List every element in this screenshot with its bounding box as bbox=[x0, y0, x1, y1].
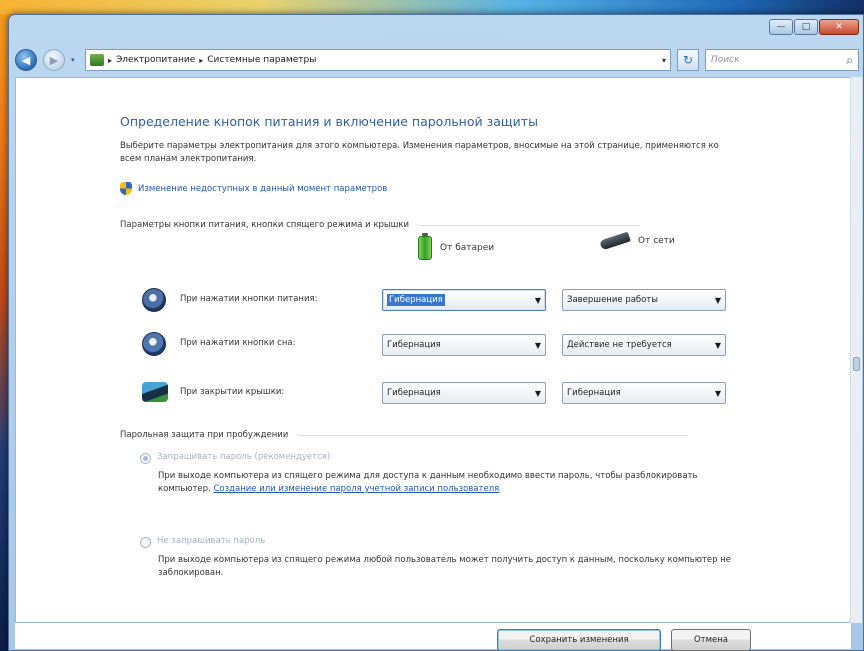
select-value: Гибернация bbox=[387, 388, 441, 398]
chevron-down-icon: ▼ bbox=[534, 295, 541, 305]
no-password-radio[interactable] bbox=[140, 537, 151, 548]
lid-close-battery-select[interactable]: Гибернация ▼ bbox=[382, 382, 546, 404]
chevron-down-icon[interactable]: ▾ bbox=[662, 56, 666, 65]
select-value: Гибернация bbox=[387, 294, 445, 306]
select-value: Гибернация bbox=[387, 340, 441, 350]
lid-close-ac-select[interactable]: Гибернация ▼ bbox=[562, 382, 726, 404]
navigation-bar: ◀ ▶ ▾ ▸ Электропитание ▸ Системные парам… bbox=[15, 47, 859, 73]
search-input[interactable]: Поиск ⌕ bbox=[705, 49, 859, 71]
breadcrumb-separator: ▸ bbox=[199, 55, 204, 65]
no-password-label: Не запрашивать пароль bbox=[157, 536, 266, 546]
save-button[interactable]: Сохранить изменения bbox=[497, 629, 661, 651]
minimize-button[interactable]: — bbox=[769, 19, 793, 35]
breadcrumb-separator: ▸ bbox=[108, 55, 113, 65]
column-ac-label: От сети bbox=[638, 236, 675, 246]
close-button[interactable]: ✕ bbox=[819, 19, 859, 35]
change-unavailable-settings-link[interactable]: Изменение недоступных в данный момент па… bbox=[120, 182, 387, 195]
column-header-battery: От батареи bbox=[418, 233, 495, 260]
recent-pages-dropdown[interactable]: ▾ bbox=[71, 56, 79, 64]
sleep-button-label: При нажатии кнопки сна: bbox=[180, 338, 296, 348]
group-title: Парольная защита при пробуждении bbox=[120, 430, 289, 440]
search-icon[interactable]: ⌕ bbox=[846, 53, 853, 68]
sleep-button-ac-select[interactable]: Действие не требуется ▼ bbox=[562, 334, 726, 356]
column-battery-label: От батареи bbox=[440, 243, 495, 253]
chevron-down-icon: ▼ bbox=[534, 388, 541, 398]
no-password-option[interactable]: Не запрашивать пароль bbox=[140, 536, 265, 548]
require-password-label: Запрашивать пароль (рекомендуется) bbox=[157, 452, 331, 462]
chevron-down-icon: ▼ bbox=[714, 388, 721, 398]
page-title: Определение кнопок питания и включение п… bbox=[120, 114, 538, 129]
desktop-background-top bbox=[0, 0, 864, 14]
refresh-button[interactable]: ↻ bbox=[677, 49, 699, 71]
breadcrumb-system-settings[interactable]: Системные параметры bbox=[207, 55, 316, 65]
select-value: Действие не требуется bbox=[567, 340, 672, 350]
divider bbox=[298, 434, 689, 436]
require-password-option[interactable]: Запрашивать пароль (рекомендуется) bbox=[140, 452, 330, 464]
forward-button[interactable]: ▶ bbox=[43, 49, 65, 71]
power-button-icon bbox=[142, 288, 166, 312]
scrollbar-thumb[interactable] bbox=[853, 357, 860, 371]
lid-close-label: При закрытии крышки: bbox=[180, 387, 285, 397]
plug-icon bbox=[599, 231, 631, 251]
maximize-button[interactable]: □ bbox=[794, 19, 818, 35]
no-password-description: При выходе компьютера из спящего режима … bbox=[158, 555, 732, 578]
footer-bar: Сохранить изменения Отмена bbox=[15, 623, 851, 651]
back-button[interactable]: ◀ bbox=[15, 49, 37, 71]
main-content: Определение кнопок питания и включение п… bbox=[15, 77, 851, 623]
control-panel-window: — □ ✕ ◀ ▶ ▾ ▸ Электропитание ▸ Системные… bbox=[8, 14, 864, 651]
sleep-button-icon bbox=[142, 332, 166, 356]
battery-icon bbox=[418, 233, 432, 260]
chevron-down-icon: ▼ bbox=[534, 340, 541, 350]
breadcrumb-power-options[interactable]: Электропитание bbox=[116, 55, 195, 65]
button-settings-group-label: Параметры кнопки питания, кнопки спящего… bbox=[120, 220, 640, 230]
select-value: Гибернация bbox=[567, 388, 621, 398]
address-bar[interactable]: ▸ Электропитание ▸ Системные параметры ▾ bbox=[85, 49, 671, 71]
uac-shield-icon bbox=[120, 182, 132, 195]
group-title: Параметры кнопки питания, кнопки спящего… bbox=[120, 220, 410, 230]
laptop-lid-icon bbox=[142, 382, 168, 402]
power-button-battery-select[interactable]: Гибернация ▼ bbox=[382, 289, 546, 311]
select-value: Завершение работы bbox=[567, 295, 659, 305]
caption-buttons: — □ ✕ bbox=[769, 19, 859, 35]
control-panel-icon bbox=[90, 54, 104, 66]
require-password-description: При выходе компьютера из спящего режима … bbox=[158, 470, 748, 496]
search-placeholder: Поиск bbox=[711, 55, 740, 65]
column-header-ac: От сети bbox=[599, 231, 675, 251]
uac-link-label: Изменение недоступных в данный момент па… bbox=[138, 183, 388, 194]
chevron-down-icon: ▼ bbox=[714, 295, 721, 305]
create-password-link[interactable]: Создание или изменение пароля учетной за… bbox=[213, 484, 499, 494]
cancel-button[interactable]: Отмена bbox=[671, 629, 751, 651]
vertical-scrollbar[interactable] bbox=[850, 77, 862, 623]
page-description: Выберите параметры электропитания для эт… bbox=[120, 141, 719, 164]
power-button-label: При нажатии кнопки питания: bbox=[180, 294, 318, 304]
password-group-label: Парольная защита при пробуждении bbox=[120, 430, 689, 440]
sleep-button-battery-select[interactable]: Гибернация ▼ bbox=[382, 334, 546, 356]
divider bbox=[419, 224, 640, 226]
power-button-ac-select[interactable]: Завершение работы ▼ bbox=[562, 289, 726, 311]
chevron-down-icon: ▼ bbox=[714, 340, 721, 350]
require-password-radio[interactable] bbox=[140, 453, 151, 464]
